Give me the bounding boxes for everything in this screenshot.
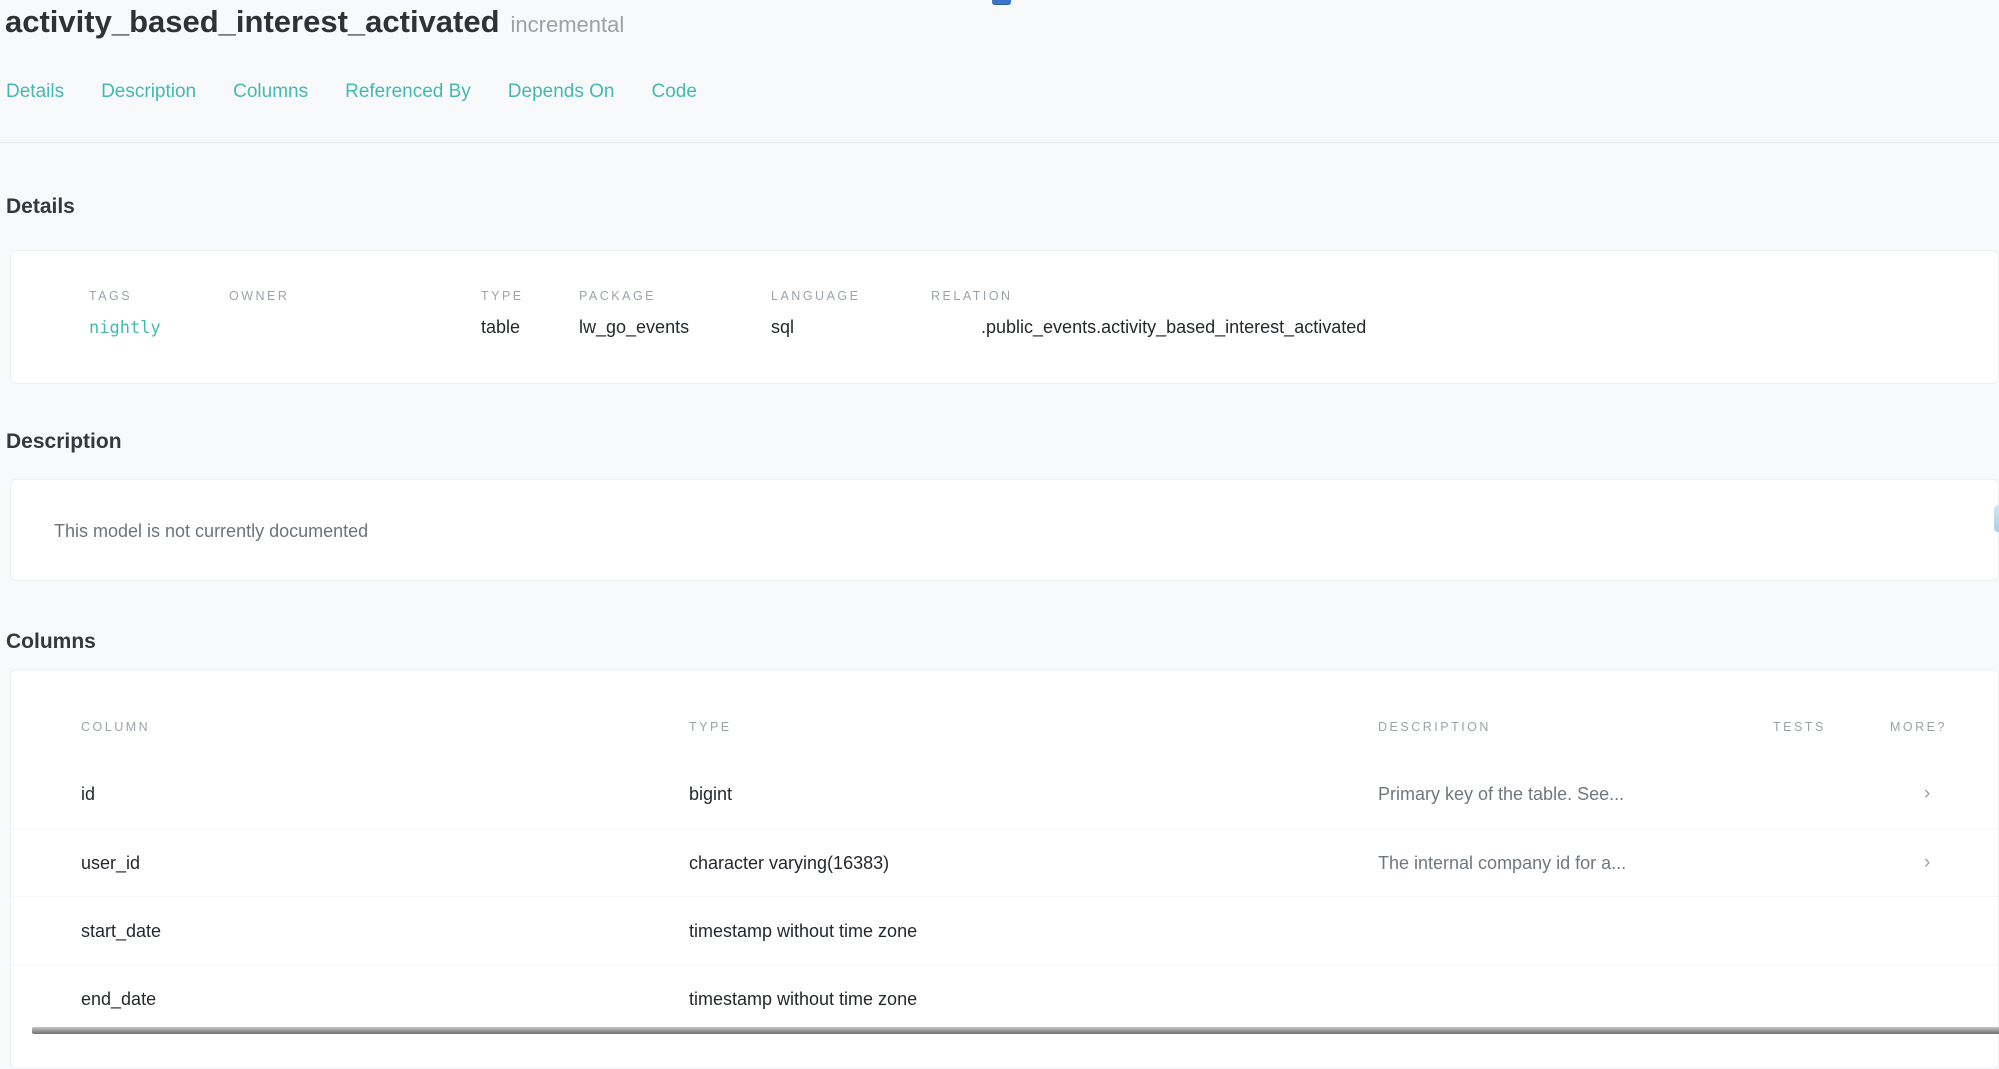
header-description: DESCRIPTION	[1378, 720, 1773, 735]
columns-card: COLUMN TYPE DESCRIPTION TESTS MORE? id b…	[10, 669, 1999, 1069]
type-value: table	[481, 316, 579, 338]
detail-field-type: TYPE table	[481, 289, 579, 339]
column-type: bigint	[689, 783, 1378, 805]
table-row-id[interactable]: id bigint Primary key of the table. See.…	[11, 760, 1998, 828]
tags-label: TAGS	[89, 289, 229, 304]
language-value: sql	[771, 316, 931, 338]
details-section-heading: Details	[6, 194, 1999, 220]
tab-details[interactable]: Details	[6, 80, 64, 103]
package-label: PACKAGE	[579, 289, 771, 304]
relation-value: .public_events.activity_based_interest_a…	[931, 316, 1998, 338]
owner-label: OWNER	[229, 289, 481, 304]
detail-field-owner: OWNER	[229, 289, 481, 339]
column-description: The internal company id for a...	[1378, 852, 1773, 874]
expand-chevron-icon[interactable]: ›	[1890, 852, 1998, 874]
header-tests: TESTS	[1773, 720, 1890, 735]
columns-section-heading: Columns	[6, 629, 1999, 655]
expand-chevron-icon[interactable]: ›	[1890, 783, 1998, 805]
tab-referenced-by[interactable]: Referenced By	[345, 80, 471, 103]
type-label: TYPE	[481, 289, 579, 304]
tab-description[interactable]: Description	[101, 80, 196, 103]
header-type: TYPE	[689, 720, 1378, 735]
column-name: user_id	[81, 852, 689, 874]
tab-columns[interactable]: Columns	[233, 80, 308, 103]
description-card: This model is not currently documented	[10, 479, 1999, 581]
header-column: COLUMN	[81, 720, 689, 735]
table-row-user-id[interactable]: user_id character varying(16383) The int…	[11, 828, 1998, 896]
language-label: LANGUAGE	[771, 289, 931, 304]
tab-depends-on[interactable]: Depends On	[508, 80, 615, 103]
columns-table-header: COLUMN TYPE DESCRIPTION TESTS MORE?	[11, 720, 1998, 760]
detail-field-tags: TAGS nightly	[89, 289, 229, 339]
tab-code[interactable]: Code	[651, 80, 696, 103]
description-section-heading: Description	[6, 429, 1999, 455]
tag-nightly[interactable]: nightly	[89, 318, 161, 338]
horizontal-scrollbar-thumb[interactable]	[32, 1027, 1999, 1034]
column-type: timestamp without time zone	[689, 988, 1378, 1010]
detail-field-package: PACKAGE lw_go_events	[579, 289, 771, 339]
column-name: id	[81, 783, 689, 805]
table-row-start-date[interactable]: start_date timestamp without time zone	[11, 896, 1998, 964]
page-title: activity_based_interest_activated	[5, 4, 500, 39]
cutoff-blue-button-fragment[interactable]	[992, 0, 1011, 5]
header-more: MORE?	[1890, 720, 1998, 735]
column-name: end_date	[81, 988, 689, 1010]
description-text: This model is not currently documented	[54, 520, 1998, 542]
cutoff-right-icon-fragment[interactable]	[1994, 505, 1999, 532]
page-header: activity_based_interest_activated increme…	[0, 0, 1999, 42]
materialization-badge: incremental	[511, 12, 625, 37]
table-row-end-date[interactable]: end_date timestamp without time zone	[11, 964, 1998, 1032]
details-card: TAGS nightly OWNER TYPE table PACKAGE lw…	[10, 250, 1999, 384]
relation-label: RELATION	[931, 289, 1998, 304]
column-type: character varying(16383)	[689, 852, 1378, 874]
package-value: lw_go_events	[579, 316, 771, 338]
column-type: timestamp without time zone	[689, 920, 1378, 942]
column-name: start_date	[81, 920, 689, 942]
header-divider	[0, 142, 1999, 143]
detail-field-relation: RELATION .public_events.activity_based_i…	[931, 289, 1998, 339]
detail-field-language: LANGUAGE sql	[771, 289, 931, 339]
column-description: Primary key of the table. See...	[1378, 783, 1773, 805]
section-nav: Details Description Columns Referenced B…	[6, 80, 1999, 103]
